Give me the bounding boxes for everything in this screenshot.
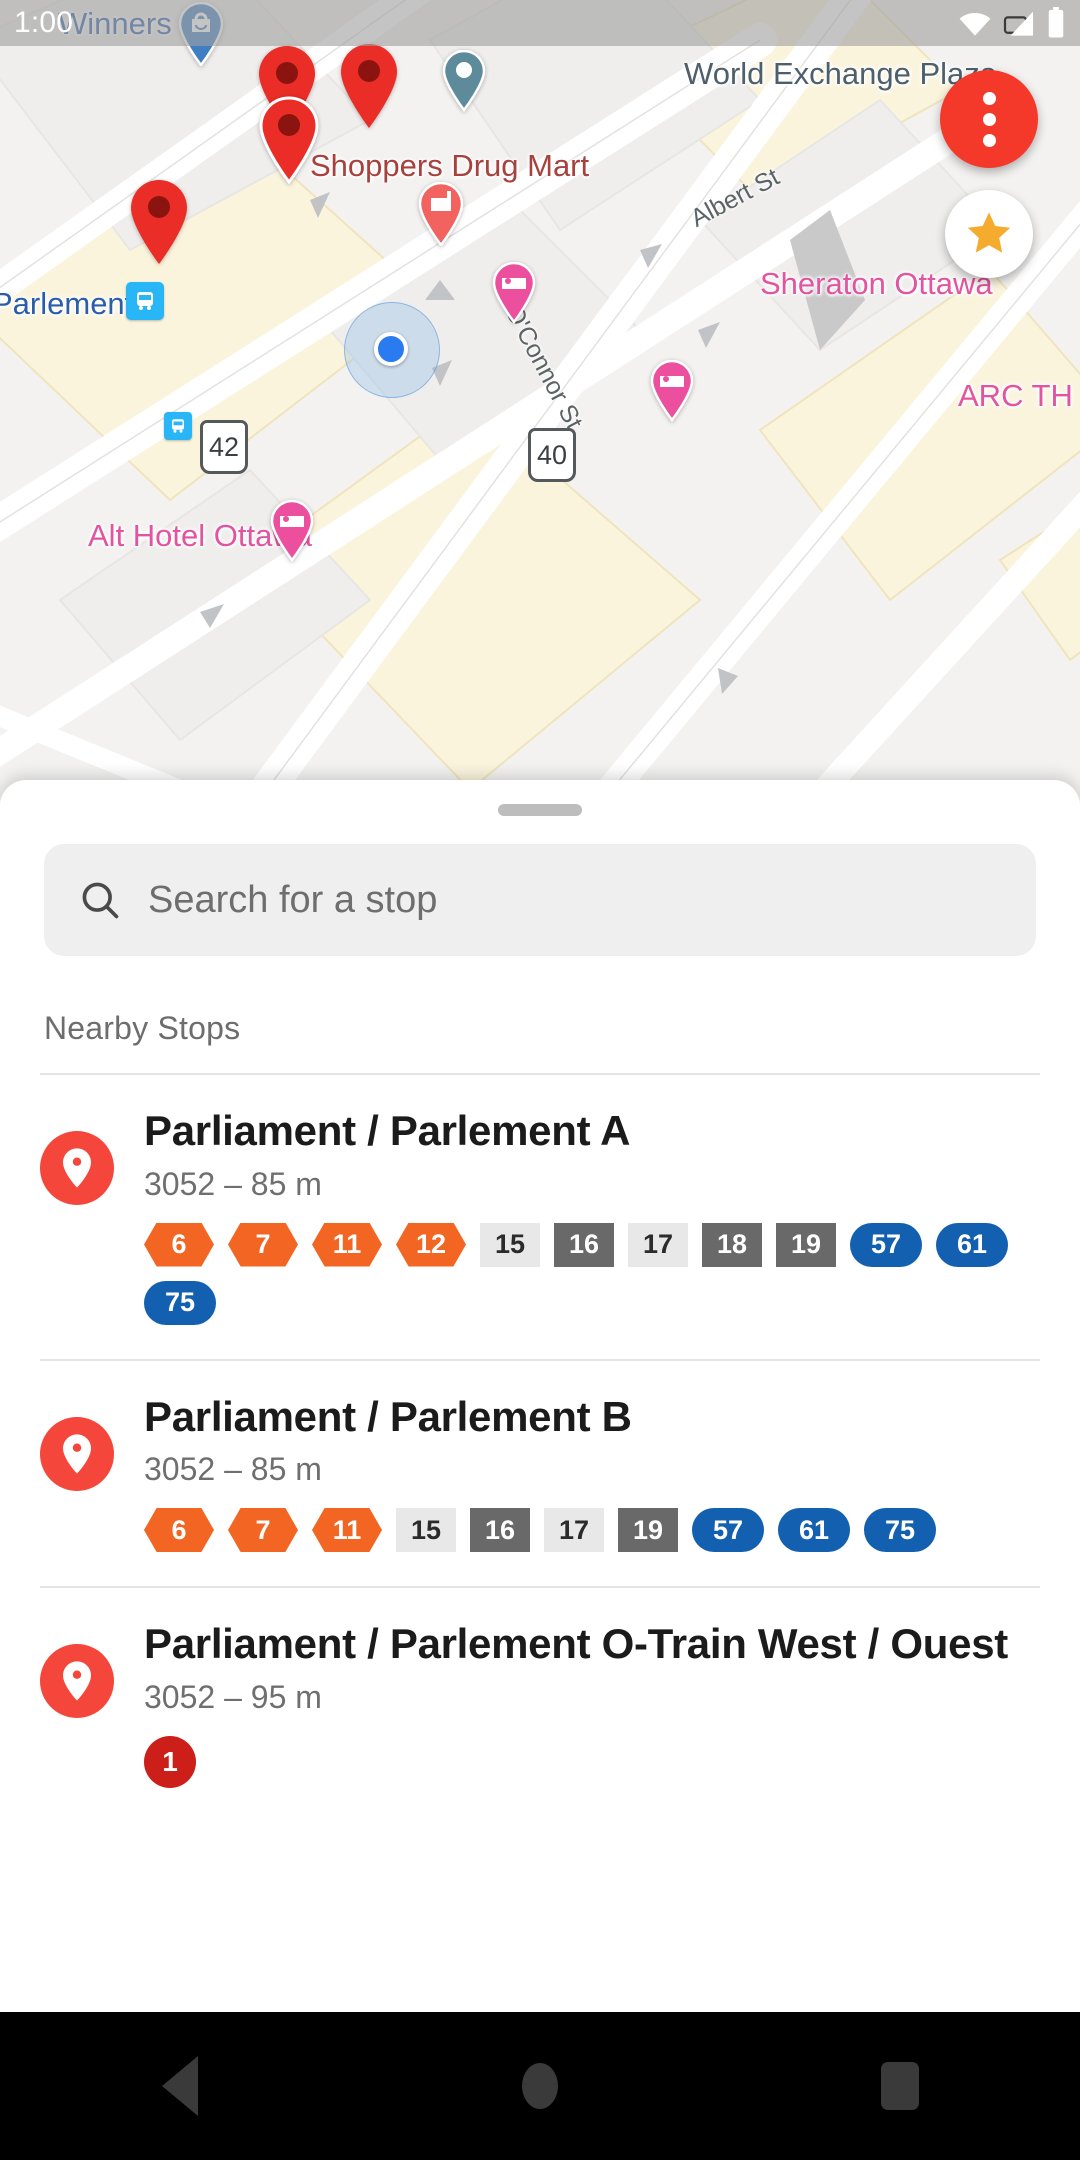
route-badge[interactable]: 1 <box>144 1735 196 1788</box>
map-route-shield-40: 40 <box>528 428 576 482</box>
menu-dot-icon <box>982 112 996 126</box>
stop-pin-avatar <box>40 1416 114 1491</box>
map-tiles <box>0 0 1080 800</box>
location-pin-icon <box>63 1433 91 1474</box>
status-bar-icons <box>958 7 1066 39</box>
search-icon <box>82 882 119 919</box>
cellular-signal-icon <box>1003 11 1033 36</box>
route-badge-list: 1 <box>144 1735 1034 1788</box>
route-badge[interactable]: 15 <box>396 1508 456 1553</box>
route-badge[interactable]: 61 <box>936 1222 1008 1267</box>
stop-details: Parliament / Parlement B 3052 – 85 m 6 7… <box>144 1392 1040 1553</box>
home-button[interactable] <box>460 2012 620 2160</box>
route-badge-list: 6 7 11 15 16 17 19 57 61 75 <box>144 1508 1034 1553</box>
map-pin-stop[interactable] <box>338 42 400 130</box>
map-pin-restaurant[interactable] <box>418 182 464 246</box>
route-badge[interactable]: 6 <box>144 1222 214 1267</box>
list-item[interactable]: Parliament / Parlement O-Train West / Ou… <box>0 1588 1080 1788</box>
stop-details: Parliament / Parlement A 3052 – 85 m 6 7… <box>144 1107 1040 1325</box>
search-placeholder: Search for a stop <box>148 878 438 921</box>
route-badge[interactable]: 16 <box>470 1508 530 1553</box>
map-pin-stop[interactable] <box>258 96 320 184</box>
route-badge[interactable]: 61 <box>778 1508 850 1553</box>
stop-meta: 3052 – 95 m <box>144 1678 322 1715</box>
star-icon <box>967 212 1011 253</box>
map-pin-hotel[interactable] <box>492 262 536 324</box>
route-badge[interactable]: 19 <box>776 1222 836 1267</box>
map-pin-stop[interactable] <box>128 178 190 266</box>
sheet-drag-handle[interactable] <box>498 804 582 816</box>
map-route-shield-42: 42 <box>200 420 248 474</box>
map-pin-hotel[interactable] <box>650 360 694 422</box>
back-button[interactable] <box>100 2012 260 2160</box>
recents-button[interactable] <box>820 2012 980 2160</box>
location-pin-icon <box>63 1661 91 1701</box>
favourites-star-button[interactable] <box>945 190 1033 278</box>
bus-icon <box>172 419 184 433</box>
list-item[interactable]: Parliament / Parlement A 3052 – 85 m 6 7… <box>0 1075 1080 1325</box>
battery-icon <box>1048 7 1064 38</box>
route-badge[interactable]: 11 <box>312 1508 382 1553</box>
route-badge[interactable]: 11 <box>312 1222 382 1267</box>
route-badge[interactable]: 15 <box>480 1222 540 1267</box>
stop-meta: 3052 – 85 m <box>144 1451 322 1488</box>
stop-details: Parliament / Parlement O-Train West / Ou… <box>144 1622 1040 1788</box>
route-badge[interactable]: 16 <box>554 1222 614 1267</box>
status-bar: 1:00 <box>0 0 1080 46</box>
route-badge[interactable]: 18 <box>702 1222 762 1267</box>
stop-pin-avatar <box>40 1644 114 1719</box>
route-badge[interactable]: 17 <box>628 1222 688 1267</box>
bus-icon <box>137 292 153 310</box>
map-pin-office[interactable] <box>442 50 486 112</box>
stop-meta: 3052 – 85 m <box>144 1165 322 1202</box>
route-badge[interactable]: 57 <box>850 1222 922 1267</box>
android-navigation-bar <box>0 2012 1080 2160</box>
recents-square-icon <box>881 2062 919 2110</box>
back-triangle-icon <box>162 2056 198 2116</box>
menu-dot-icon <box>982 91 996 105</box>
stop-name: Parliament / Parlement A <box>144 1107 631 1154</box>
stop-name: Parliament / Parlement O-Train West / Ou… <box>144 1620 1008 1668</box>
map-bus-stop-icon[interactable] <box>164 412 192 440</box>
menu-dot-icon <box>982 133 996 147</box>
map-pin-hotel[interactable] <box>270 500 314 562</box>
route-badge[interactable]: 57 <box>692 1508 764 1553</box>
route-badge[interactable]: 7 <box>228 1508 298 1553</box>
status-bar-clock: 1:00 <box>14 6 74 39</box>
map-canvas[interactable]: Winners World Exchange Plaza Shoppers Dr… <box>0 0 1080 800</box>
route-badge[interactable]: 12 <box>396 1222 466 1267</box>
route-badge[interactable]: 19 <box>618 1508 678 1553</box>
stop-name: Parliament / Parlement B <box>144 1392 632 1440</box>
search-input[interactable]: Search for a stop <box>44 844 1036 956</box>
user-location-dot <box>374 332 408 366</box>
nearby-stops-heading: Nearby Stops <box>44 1010 241 1046</box>
route-badge-list: 6 7 11 12 15 16 17 18 19 57 61 75 <box>144 1222 1034 1325</box>
route-badge[interactable]: 6 <box>144 1508 214 1553</box>
route-badge[interactable]: 17 <box>544 1508 604 1553</box>
overflow-menu-button[interactable] <box>940 70 1038 168</box>
stop-pin-avatar <box>40 1131 114 1205</box>
bottom-sheet: Search for a stop Nearby Stops Parliamen… <box>0 780 1080 2012</box>
route-badge[interactable]: 75 <box>864 1508 936 1553</box>
route-badge[interactable]: 75 <box>144 1280 216 1325</box>
route-badge[interactable]: 7 <box>228 1222 298 1267</box>
home-circle-icon <box>522 2063 558 2109</box>
wifi-icon <box>959 13 991 36</box>
list-item[interactable]: Parliament / Parlement B 3052 – 85 m 6 7… <box>0 1361 1080 1553</box>
app-root: Winners World Exchange Plaza Shoppers Dr… <box>0 0 1080 2160</box>
location-pin-icon <box>63 1148 91 1188</box>
map-bus-stop-icon[interactable] <box>126 282 164 320</box>
